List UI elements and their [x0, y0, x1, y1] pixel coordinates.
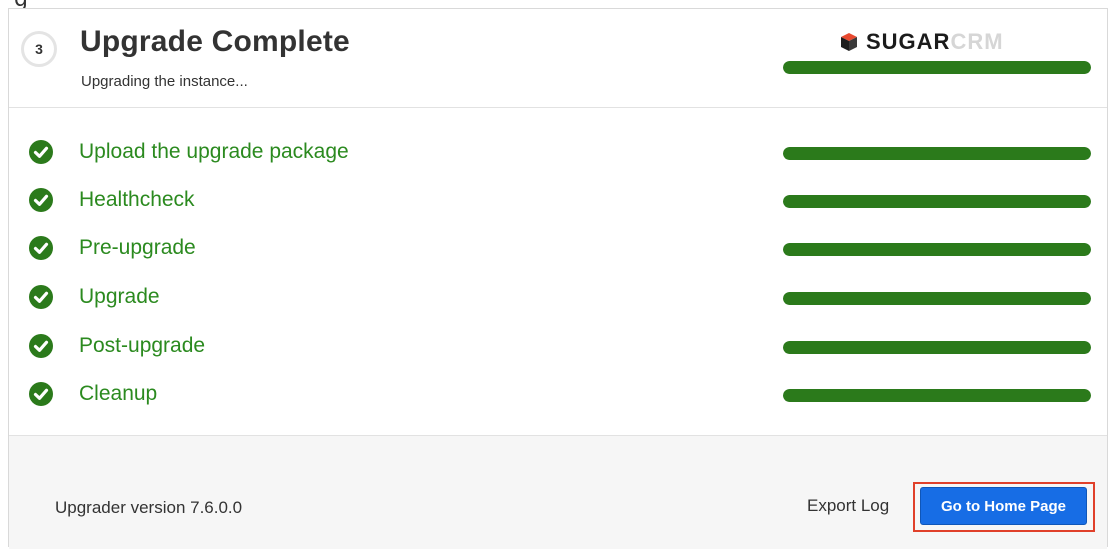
- upgrade-step-row: Post-upgrade: [9, 331, 1107, 361]
- check-circle-icon: [29, 236, 53, 260]
- step-progress-bar: [783, 389, 1091, 402]
- step-progress-bar: [783, 147, 1091, 160]
- page-title: Upgrade Complete: [80, 25, 350, 58]
- step-progress-bar: [783, 243, 1091, 256]
- step-progress-fill: [783, 243, 1091, 256]
- upgrader-version: Upgrader version 7.6.0.0: [55, 498, 243, 517]
- go-to-home-page-button[interactable]: Go to Home Page: [920, 487, 1087, 525]
- sugar-cube-icon: [841, 33, 857, 51]
- export-log-link[interactable]: Export Log: [807, 496, 889, 516]
- check-circle-icon: [29, 382, 53, 406]
- logo-text-crm: CRM: [950, 29, 1004, 54]
- upgrade-step-label: Healthcheck: [79, 188, 195, 211]
- check-circle-icon: [29, 140, 53, 164]
- upgrade-step-label: Pre-upgrade: [79, 236, 196, 259]
- step-number-badge: 3: [21, 31, 57, 67]
- overall-progress-bar: [783, 61, 1091, 74]
- upgrade-step-row: Upgrade: [9, 282, 1107, 312]
- check-circle-icon: [29, 188, 53, 212]
- upgrade-step-row: Cleanup: [9, 379, 1107, 409]
- step-progress-bar: [783, 292, 1091, 305]
- step-progress-fill: [783, 292, 1091, 305]
- upgrade-step-row: Upload the upgrade package: [9, 137, 1107, 167]
- step-progress-fill: [783, 389, 1091, 402]
- overall-progress-fill: [783, 61, 1091, 74]
- upgrade-step-label: Post-upgrade: [79, 334, 206, 357]
- check-circle-icon: [29, 285, 53, 309]
- upgrade-step-label: Cleanup: [79, 382, 158, 405]
- upgrade-step-label: Upload the upgrade package: [79, 140, 349, 163]
- step-number: 3: [35, 41, 43, 57]
- step-progress-fill: [783, 195, 1091, 208]
- upgrade-step-label: Upgrade: [79, 285, 160, 308]
- logo-text-sugar: SUGAR: [866, 29, 951, 54]
- step-progress-bar: [783, 341, 1091, 354]
- step-progress-bar: [783, 195, 1091, 208]
- step-progress-fill: [783, 147, 1091, 160]
- sugarcrm-logo: SUGAR CRM: [839, 29, 1004, 54]
- page-subtitle: Upgrading the instance...: [81, 73, 248, 90]
- wizard-footer: Upgrader version 7.6.0.0 Export Log Go t…: [9, 435, 1107, 549]
- check-circle-icon: [29, 334, 53, 358]
- upgrade-step-row: Pre-upgrade: [9, 233, 1107, 263]
- upgrade-step-row: Healthcheck: [9, 185, 1107, 215]
- upgrade-wizard-panel: 3 Upgrade Complete Upgrading the instanc…: [8, 8, 1108, 549]
- step-progress-fill: [783, 341, 1091, 354]
- wizard-header: 3 Upgrade Complete Upgrading the instanc…: [9, 9, 1107, 108]
